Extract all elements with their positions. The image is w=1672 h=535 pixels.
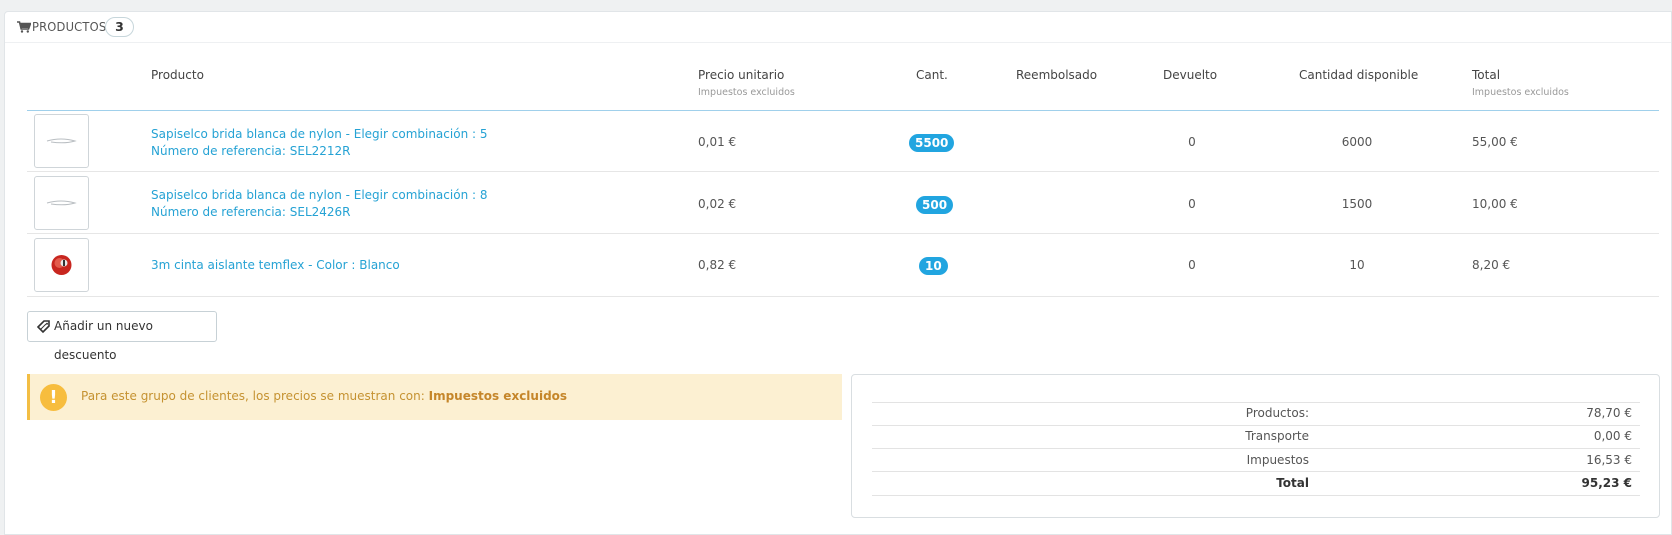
panel-heading: PRODUCTOS 3 — [5, 12, 1671, 43]
product-name[interactable]: Sapiselco brida blanca de nylon - Elegir… — [151, 126, 487, 143]
tag-icon — [37, 320, 50, 334]
product-thumbnail[interactable] — [34, 176, 89, 230]
table-header-rule — [27, 110, 1659, 111]
grand-total-value: 95,23 € — [1581, 476, 1632, 490]
col-available: Cantidad disponible — [1299, 68, 1419, 82]
cable-tie-icon — [46, 138, 77, 144]
row-total: 55,00 € — [1472, 135, 1518, 149]
col-total-sub: Impuestos excluidos — [1472, 87, 1569, 98]
product-thumbnail[interactable] — [34, 238, 89, 292]
product-link[interactable]: Sapiselco brida blanca de nylon - Elegir… — [151, 126, 487, 160]
tape-roll-icon — [51, 255, 72, 275]
warning-icon: ! — [40, 384, 67, 411]
totals-divider — [872, 402, 1640, 403]
row-divider — [27, 296, 1659, 297]
shipping-value: 0,00 € — [1593, 429, 1632, 443]
quantity-badge: 5500 — [909, 134, 955, 152]
grand-total-label: Total — [1276, 476, 1309, 490]
unit-price: 0,82 € — [698, 258, 737, 272]
quantity-badge: 10 — [919, 257, 948, 275]
col-product: Producto — [151, 68, 204, 82]
row-total: 10,00 € — [1472, 197, 1518, 211]
col-refunded: Reembolsado — [1016, 68, 1098, 82]
products-subtotal-label: Productos: — [1245, 406, 1309, 420]
quantity-badge: 500 — [916, 196, 954, 214]
totals-divider — [872, 425, 1640, 426]
product-thumbnail[interactable] — [34, 114, 89, 168]
returned-qty: 0 — [1188, 197, 1196, 211]
cable-tie-icon — [46, 200, 77, 206]
products-subtotal-value: 78,70 € — [1586, 406, 1632, 420]
product-name[interactable]: Sapiselco brida blanca de nylon - Elegir… — [151, 187, 487, 204]
alert-emphasis: Impuestos excluidos — [428, 389, 568, 403]
row-divider — [27, 171, 1659, 172]
alert-text: Para este grupo de clientes, los precios… — [81, 389, 567, 403]
row-total: 8,20 € — [1472, 258, 1511, 272]
taxes-value: 16,53 € — [1586, 453, 1632, 467]
product-link[interactable]: 3m cinta aislante temflex - Color : Blan… — [151, 257, 400, 274]
row-divider — [27, 233, 1659, 234]
cart-icon — [17, 21, 31, 33]
available-qty: 6000 — [1341, 135, 1373, 149]
col-qty: Cant. — [916, 68, 948, 82]
taxes-label: Impuestos — [1246, 453, 1309, 467]
totals-divider — [872, 495, 1640, 496]
product-name[interactable]: 3m cinta aislante temflex - Color : Blan… — [151, 257, 400, 274]
available-qty: 10 — [1349, 258, 1365, 272]
product-reference[interactable]: Número de referencia: SEL2212R — [151, 143, 487, 160]
panel-title: PRODUCTOS — [32, 19, 107, 34]
product-reference[interactable]: Número de referencia: SEL2426R — [151, 204, 487, 221]
totals-divider — [872, 448, 1640, 449]
unit-price: 0,02 € — [698, 197, 737, 211]
alert-message: Para este grupo de clientes, los precios… — [81, 389, 425, 403]
add-discount-label[interactable]: Añadir un nuevo descuento — [54, 319, 153, 362]
order-totals-panel: Productos: 78,70 € Transporte 0,00 € Imp… — [851, 374, 1660, 518]
available-qty: 1500 — [1341, 197, 1373, 211]
col-unit-price: Precio unitario — [698, 68, 785, 82]
product-link[interactable]: Sapiselco brida blanca de nylon - Elegir… — [151, 187, 487, 221]
product-count-badge: 3 — [105, 17, 134, 37]
shipping-label: Transporte — [1245, 429, 1309, 443]
col-returned: Devuelto — [1163, 68, 1218, 82]
add-discount-button[interactable]: Añadir un nuevo descuento — [27, 311, 217, 362]
col-total: Total — [1472, 68, 1501, 82]
returned-qty: 0 — [1188, 135, 1196, 149]
returned-qty: 0 — [1188, 258, 1196, 272]
products-panel: PRODUCTOS 3 Producto Precio unitario Imp… — [4, 11, 1672, 535]
tax-info-alert: ! Para este grupo de clientes, los preci… — [27, 374, 842, 420]
totals-divider — [872, 471, 1640, 472]
unit-price: 0,01 € — [698, 135, 737, 149]
col-unit-price-sub: Impuestos excluidos — [698, 87, 795, 98]
